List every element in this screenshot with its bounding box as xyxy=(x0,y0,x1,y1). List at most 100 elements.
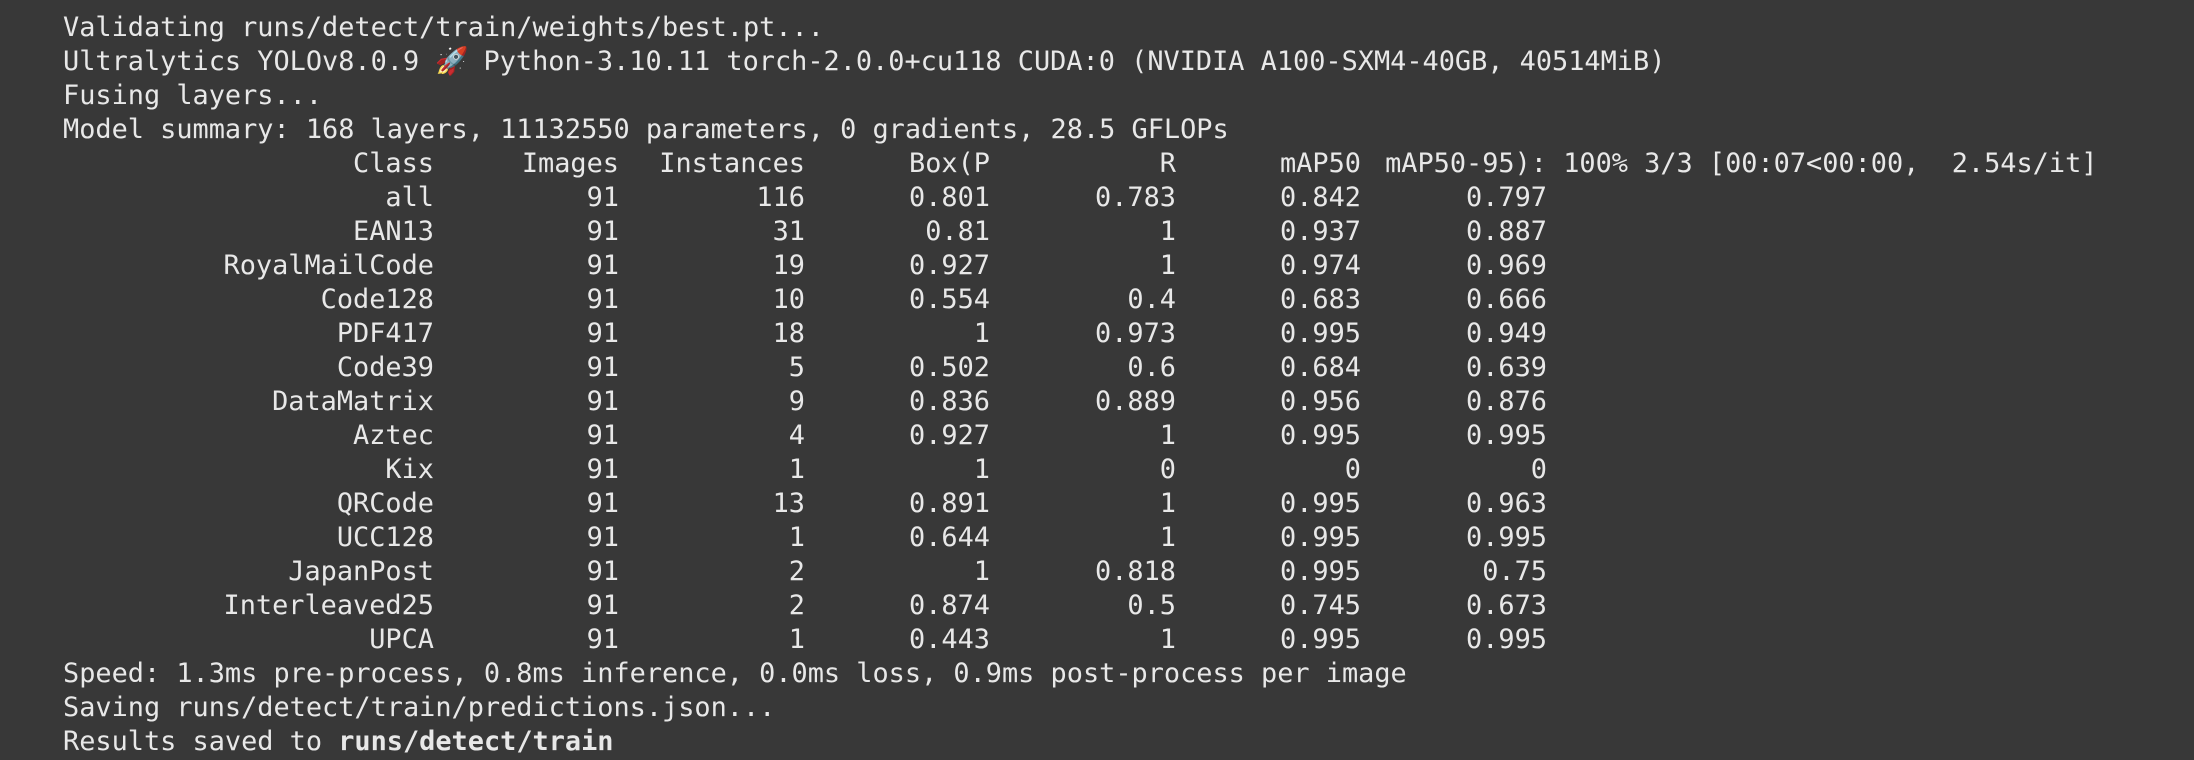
speed-line: Speed: 1.3ms pre-process, 0.8ms inferenc… xyxy=(63,658,1407,689)
table-body: all 91 116 0.801 0.783 0.842 0.797 EAN13 91 31 0.8… xyxy=(0,181,2194,657)
row-images: 91 xyxy=(586,590,619,621)
row-box-p: 0.927 xyxy=(909,250,990,281)
row-instances: 2 xyxy=(788,556,805,587)
row-class: Code128 xyxy=(320,284,434,315)
row-class: Interleaved25 xyxy=(223,590,434,621)
row-map50: 0.995 xyxy=(1280,624,1361,655)
environment-line: Ultralytics YOLOv8.0.9 🚀 Python-3.10.11 … xyxy=(0,45,2194,79)
row-map50: 0.995 xyxy=(1280,556,1361,587)
row-r: 1 xyxy=(1159,216,1176,247)
row-map50: 0.995 xyxy=(1280,318,1361,349)
row-instances: 13 xyxy=(772,488,805,519)
header-box-p: Box(P xyxy=(909,148,990,179)
row-map50: 0.683 xyxy=(1280,284,1361,315)
row-map50-95: 0.876 xyxy=(1466,386,1547,417)
row-map50-95: 0.639 xyxy=(1466,352,1547,383)
row-instances: 10 xyxy=(772,284,805,315)
row-box-p: 0.554 xyxy=(909,284,990,315)
table-row: UCC128 91 1 0.644 1 0.995 0.995 xyxy=(0,521,2194,555)
table-row: UPCA 91 1 0.443 1 0.995 0.995 xyxy=(0,623,2194,657)
validating-line: Validating runs/detect/train/weights/bes… xyxy=(63,12,824,43)
row-images: 91 xyxy=(586,420,619,451)
row-map50-95: 0.887 xyxy=(1466,216,1547,247)
row-map50: 0.995 xyxy=(1280,420,1361,451)
row-box-p: 0.801 xyxy=(909,182,990,213)
row-class: PDF417 xyxy=(336,318,434,349)
row-r: 0.5 xyxy=(1127,590,1176,621)
row-images: 91 xyxy=(586,284,619,315)
header-r: R xyxy=(1159,148,1176,179)
header-map50: mAP50 xyxy=(1280,148,1361,179)
row-box-p: 1 xyxy=(973,454,990,485)
row-map50: 0.937 xyxy=(1280,216,1361,247)
row-instances: 1 xyxy=(788,522,805,553)
saving-line: Saving runs/detect/train/predictions.jso… xyxy=(63,692,776,723)
row-images: 91 xyxy=(586,250,619,281)
row-map50-95: 0.995 xyxy=(1466,420,1547,451)
row-r: 1 xyxy=(1159,420,1176,451)
table-row: Code128 91 10 0.554 0.4 0.683 0.666 xyxy=(0,283,2194,317)
row-instances: 116 xyxy=(756,182,805,213)
row-images: 91 xyxy=(586,318,619,349)
row-images: 91 xyxy=(586,624,619,655)
table-row: RoyalMailCode 91 19 0.927 1 0.974 0.969 xyxy=(0,249,2194,283)
row-box-p: 0.443 xyxy=(909,624,990,655)
table-row: EAN13 91 31 0.81 1 0.937 0.887 xyxy=(0,215,2194,249)
progress-text: 100% 3/3 [00:07<00:00, 2.54s/it] xyxy=(1547,148,2098,179)
row-box-p: 0.502 xyxy=(909,352,990,383)
row-images: 91 xyxy=(586,182,619,213)
terminal-output[interactable]: Validating runs/detect/train/weights/bes… xyxy=(0,0,2194,760)
row-r: 1 xyxy=(1159,488,1176,519)
table-header: Class Images Instances Box(P R mAP50 mAP… xyxy=(0,147,2194,181)
row-r: 1 xyxy=(1159,624,1176,655)
row-r: 0.973 xyxy=(1095,318,1176,349)
row-map50-95: 0.666 xyxy=(1466,284,1547,315)
row-box-p: 0.874 xyxy=(909,590,990,621)
results-path: runs/detect/train xyxy=(338,726,614,757)
row-instances: 5 xyxy=(788,352,805,383)
row-map50: 0.842 xyxy=(1280,182,1361,213)
row-images: 91 xyxy=(586,522,619,553)
header-class: Class xyxy=(353,148,434,179)
table-row: Kix 91 1 1 0 0 0 xyxy=(0,453,2194,487)
row-instances: 1 xyxy=(788,624,805,655)
row-class: UCC128 xyxy=(336,522,434,553)
row-images: 91 xyxy=(586,216,619,247)
row-map50: 0.974 xyxy=(1280,250,1361,281)
model-summary-line: Model summary: 168 layers, 11132550 para… xyxy=(63,114,1229,145)
table-row: PDF417 91 18 1 0.973 0.995 0.949 xyxy=(0,317,2194,351)
row-instances: 4 xyxy=(788,420,805,451)
table-row: DataMatrix 91 9 0.836 0.889 0.956 0.876 xyxy=(0,385,2194,419)
env-suffix: Python-3.10.11 torch-2.0.0+cu118 CUDA:0 … xyxy=(467,46,1666,77)
row-map50-95: 0.949 xyxy=(1466,318,1547,349)
row-map50-95: 0.995 xyxy=(1466,624,1547,655)
row-instances: 18 xyxy=(772,318,805,349)
row-map50: 0.995 xyxy=(1280,522,1361,553)
env-prefix: Ultralytics YOLOv8.0.9 xyxy=(63,46,436,77)
row-map50-95: 0.969 xyxy=(1466,250,1547,281)
row-map50: 0.684 xyxy=(1280,352,1361,383)
row-box-p: 0.644 xyxy=(909,522,990,553)
table-row: Code39 91 5 0.502 0.6 0.684 0.639 xyxy=(0,351,2194,385)
header-images: Images xyxy=(521,148,619,179)
fusing-line: Fusing layers... xyxy=(63,80,323,111)
row-class: JapanPost xyxy=(288,556,434,587)
results-line: Results saved to runs/detect/train xyxy=(0,725,2194,759)
table-row: QRCode 91 13 0.891 1 0.995 0.963 xyxy=(0,487,2194,521)
row-r: 0.783 xyxy=(1095,182,1176,213)
row-map50: 0.956 xyxy=(1280,386,1361,417)
row-instances: 19 xyxy=(772,250,805,281)
row-images: 91 xyxy=(586,556,619,587)
row-images: 91 xyxy=(586,454,619,485)
row-instances: 9 xyxy=(788,386,805,417)
row-r: 0.4 xyxy=(1127,284,1176,315)
row-map50: 0.745 xyxy=(1280,590,1361,621)
row-class: DataMatrix xyxy=(272,386,434,417)
row-instances: 31 xyxy=(772,216,805,247)
table-row: Interleaved25 91 2 0.874 0.5 0.745 0.673 xyxy=(0,589,2194,623)
rocket-icon: 🚀 xyxy=(435,46,469,77)
row-map50-95: 0.963 xyxy=(1466,488,1547,519)
row-instances: 1 xyxy=(788,454,805,485)
row-box-p: 0.81 xyxy=(925,216,990,247)
row-r: 1 xyxy=(1159,522,1176,553)
